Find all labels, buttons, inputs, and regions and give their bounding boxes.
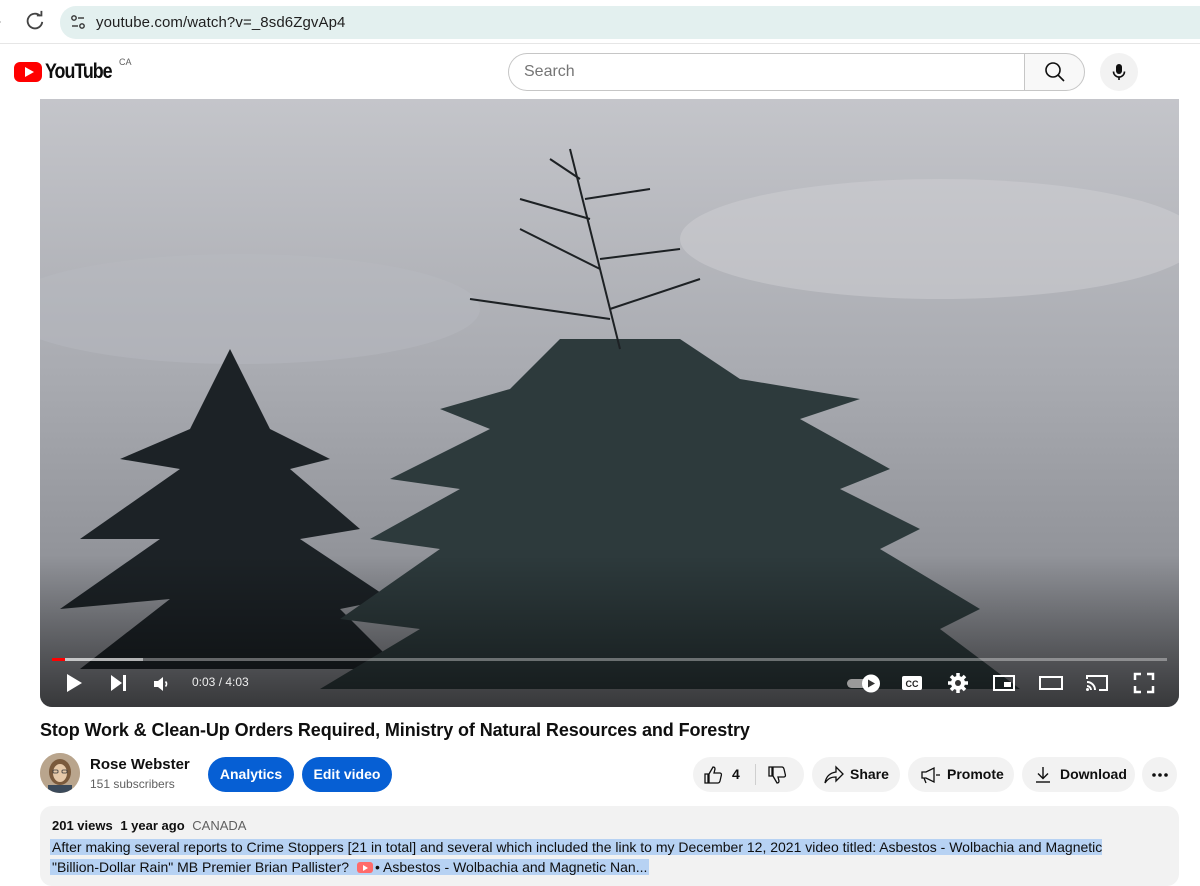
logo-text: YouTube <box>45 60 113 83</box>
analytics-button[interactable]: Analytics <box>208 757 294 792</box>
edit-video-button[interactable]: Edit video <box>302 757 392 792</box>
video-frame[interactable] <box>40 99 1179 707</box>
like-count[interactable]: 4 <box>732 757 740 792</box>
played-bar <box>52 658 66 661</box>
view-count: 201 views <box>52 818 113 833</box>
download-button[interactable]: Download <box>1022 757 1135 792</box>
promote-label: Promote <box>947 766 1004 782</box>
download-label: Download <box>1060 766 1127 782</box>
buffered-bar <box>52 658 144 661</box>
search-box <box>508 53 1025 91</box>
channel-name[interactable]: Rose Webster <box>90 756 190 773</box>
share-label: Share <box>850 766 889 782</box>
voice-search-button[interactable] <box>1100 53 1138 91</box>
search-icon <box>1045 62 1065 82</box>
theater-mode-icon[interactable] <box>1038 671 1064 695</box>
more-actions-button[interactable] <box>1142 757 1177 792</box>
cast-icon[interactable] <box>1084 671 1110 695</box>
youtube-logo-icon <box>14 62 42 82</box>
description-box[interactable]: 201 views 1 year ago CANADA After making… <box>40 806 1179 886</box>
subscriber-count: 151 subscribers <box>90 777 175 791</box>
address-bar[interactable]: youtube.com/watch?v=_8sd6ZgvAp4 <box>60 6 1200 39</box>
video-player[interactable]: 0:03 / 4:03 CC <box>40 99 1179 707</box>
edit-video-label: Edit video <box>313 766 381 782</box>
reload-icon[interactable] <box>24 10 46 32</box>
youtube-logo[interactable]: YouTube CA <box>14 57 134 88</box>
next-icon[interactable] <box>106 671 130 695</box>
country-code: CA <box>119 57 132 67</box>
description-line-2: "Billion-Dollar Rain" MB Premier Brian P… <box>50 857 650 877</box>
youtube-header: YouTube CA <box>0 44 1200 99</box>
youtube-mini-icon <box>357 862 374 873</box>
video-stats: 201 views 1 year ago CANADA <box>52 818 250 833</box>
description-quote: "Billion-Dollar Rain" MB Premier Brian P… <box>52 859 350 875</box>
miniplayer-icon[interactable] <box>992 671 1016 695</box>
like-dislike-group: 4 <box>693 757 804 792</box>
channel-avatar[interactable] <box>40 753 80 793</box>
volume-icon[interactable] <box>150 671 174 695</box>
upload-country: CANADA <box>192 818 247 833</box>
video-title: Stop Work & Clean-Up Orders Required, Mi… <box>40 720 750 740</box>
like-separator <box>755 764 756 785</box>
analytics-label: Analytics <box>219 766 283 782</box>
progress-bar[interactable] <box>52 658 1167 661</box>
share-icon <box>824 765 844 784</box>
url-text[interactable]: youtube.com/watch?v=_8sd6ZgvAp4 <box>96 14 346 31</box>
linked-video-chip[interactable]: • Asbestos - Wolbachia and Magnetic Nan.… <box>375 859 647 875</box>
settings-icon[interactable] <box>946 671 970 695</box>
more-horizontal-icon <box>1152 773 1168 777</box>
microphone-icon <box>1112 64 1126 80</box>
share-button[interactable]: Share <box>812 757 900 792</box>
promote-button[interactable]: Promote <box>908 757 1014 792</box>
time-display: 0:03 / 4:03 <box>192 675 249 689</box>
search-input[interactable] <box>524 54 1004 90</box>
thumbs-up-icon[interactable] <box>703 765 723 785</box>
browser-toolbar: › youtube.com/watch?v=_8sd6ZgvAp4 <box>0 0 1200 44</box>
megaphone-icon <box>921 766 940 784</box>
svg-text:CC: CC <box>906 679 919 689</box>
fullscreen-icon[interactable] <box>1132 671 1156 695</box>
description-text-2: "Billion-Dollar Rain" MB Premier Brian P… <box>50 859 650 875</box>
avatar-image <box>40 753 80 793</box>
play-icon[interactable] <box>62 671 86 695</box>
forward-icon[interactable]: › <box>0 12 10 32</box>
site-info-icon[interactable] <box>70 14 86 30</box>
search-button[interactable] <box>1024 53 1085 91</box>
thumbs-down-icon[interactable] <box>767 765 787 785</box>
upload-age: 1 year ago <box>120 818 185 833</box>
cc-icon[interactable]: CC <box>900 671 924 695</box>
download-icon <box>1036 767 1050 783</box>
autoplay-toggle[interactable] <box>846 671 882 695</box>
